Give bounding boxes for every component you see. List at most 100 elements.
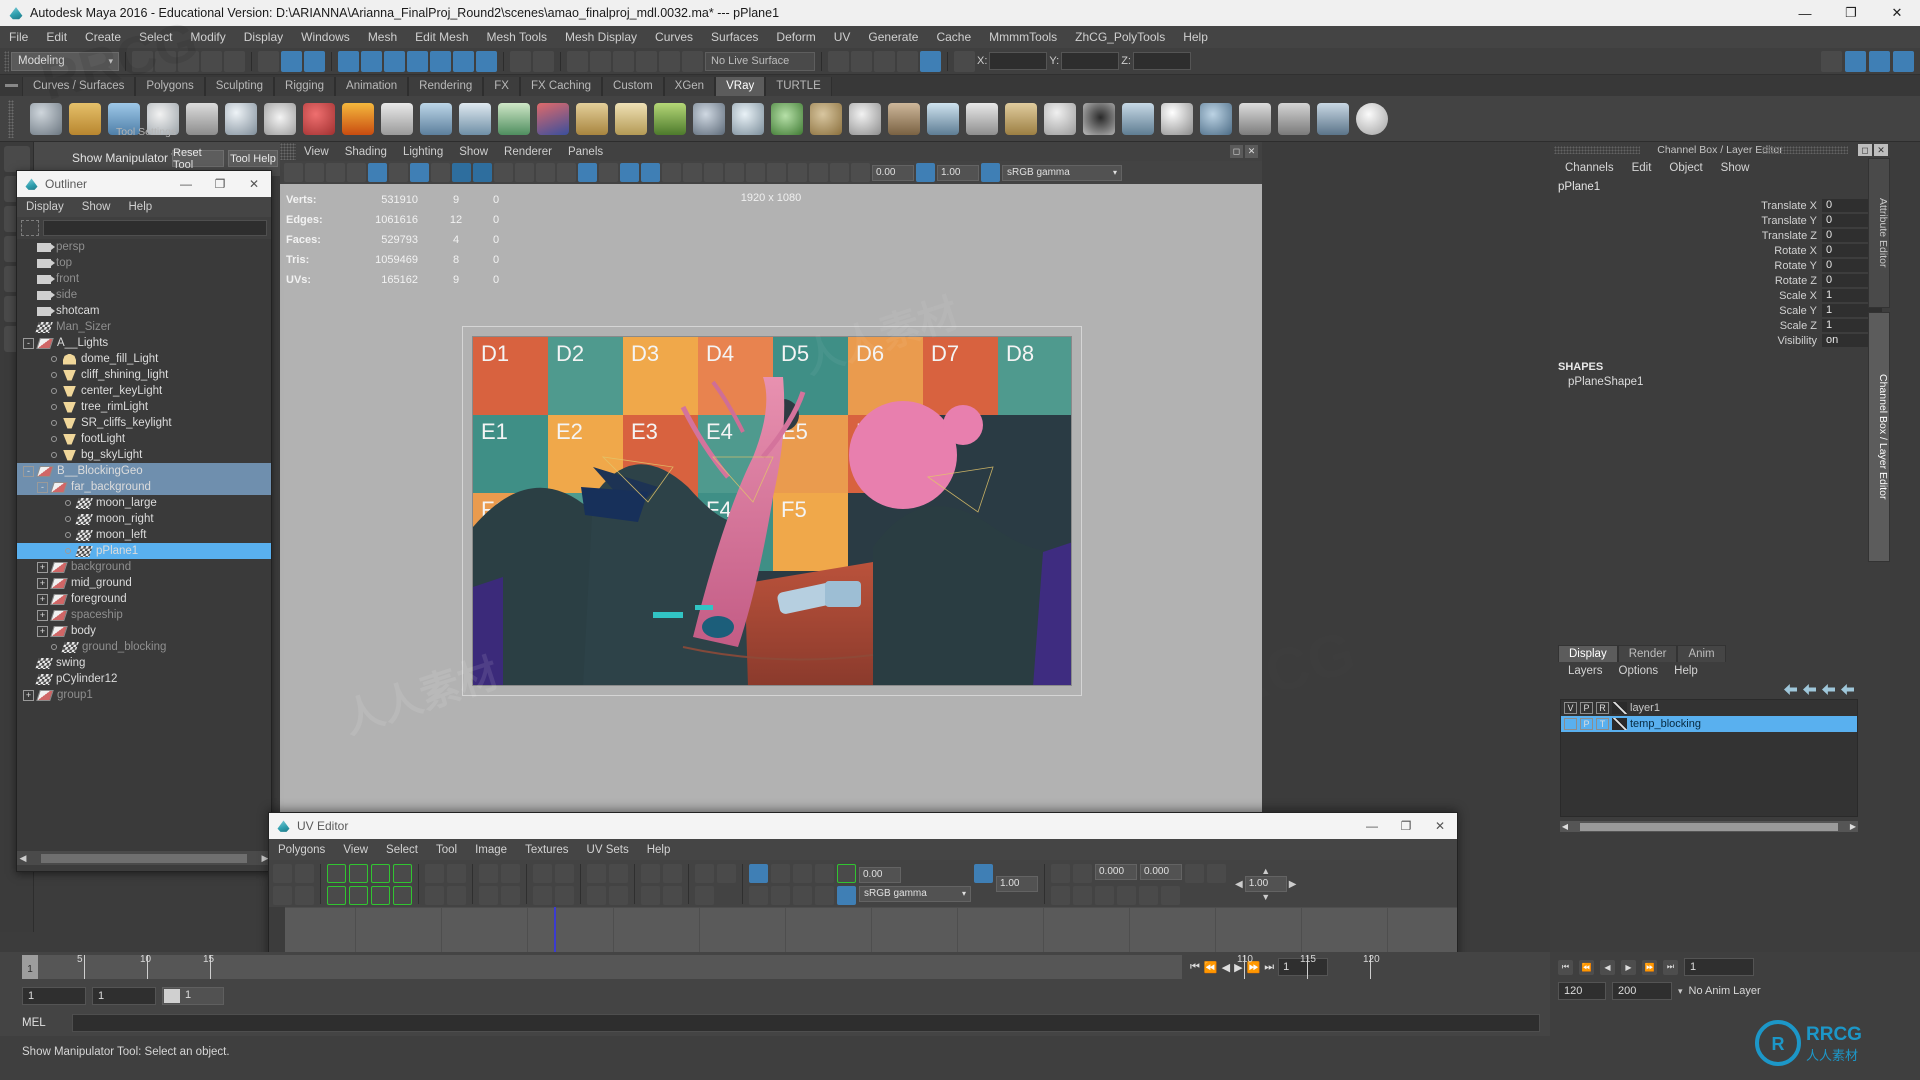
layer-visibility-toggle[interactable] — [1564, 718, 1577, 730]
lock-selection-icon[interactable] — [510, 51, 531, 72]
uv-zoom-field[interactable]: 1.00 — [1245, 876, 1287, 892]
uv-menu-select[interactable]: Select — [377, 844, 427, 856]
outliner-item-body[interactable]: +body — [17, 623, 271, 639]
outliner-horizontal-scrollbar[interactable]: ◀ ▶ — [17, 851, 271, 865]
outliner-close-button[interactable]: ✕ — [237, 171, 271, 197]
layer-tab-anim[interactable]: Anim — [1677, 645, 1725, 662]
uv-zoom-next-arrow[interactable]: ▶ — [1289, 879, 1297, 890]
uv-zoom-up-arrow[interactable]: ▲ — [1261, 866, 1270, 876]
color-management-icon[interactable] — [981, 163, 1000, 182]
menu-create[interactable]: Create — [76, 26, 130, 48]
outliner-item-pcylinder12[interactable]: pCylinder12 — [17, 671, 271, 687]
gate-mask-icon[interactable] — [473, 163, 492, 182]
component-uv-icon[interactable] — [407, 51, 428, 72]
xray-joints-icon[interactable] — [830, 163, 849, 182]
uv-menu-image[interactable]: Image — [466, 844, 516, 856]
undo-icon[interactable] — [201, 51, 222, 72]
sidebar-tool-settings-icon[interactable] — [1845, 51, 1866, 72]
menu-display[interactable]: Display — [235, 26, 292, 48]
uv-minimize-button[interactable]: — — [1355, 813, 1389, 839]
camera-attributes-icon[interactable] — [305, 163, 324, 182]
menu-windows[interactable]: Windows — [292, 26, 359, 48]
uv-zoom-down-arrow[interactable]: ▼ — [1261, 892, 1270, 902]
uv-menu-polygons[interactable]: Polygons — [269, 844, 334, 856]
vray-proxy-icon[interactable] — [186, 103, 218, 135]
uv-smooth-icon[interactable] — [771, 864, 790, 883]
uv-sew-icon[interactable] — [349, 886, 368, 905]
field-chart-icon[interactable] — [494, 163, 513, 182]
channel-menu-edit[interactable]: Edit — [1623, 162, 1661, 174]
current-frame-marker[interactable]: 1 — [22, 955, 38, 979]
live-surface-field[interactable]: No Live Surface — [705, 52, 815, 71]
viewport-menu-lighting[interactable]: Lighting — [395, 146, 451, 158]
step-back-icon[interactable]: ⏪ — [1204, 961, 1218, 974]
layer-menu-help[interactable]: Help — [1666, 665, 1706, 677]
transport-play-icon[interactable]: ▶ — [1621, 960, 1636, 975]
uv-coord-u-icon[interactable] — [1073, 864, 1092, 883]
outliner-search-input[interactable] — [43, 220, 267, 236]
uv-grid-select-icon[interactable] — [295, 864, 314, 883]
save-scene-icon[interactable] — [178, 51, 199, 72]
new-scene-icon[interactable] — [132, 51, 153, 72]
layer-list-scrollbar[interactable]: ◀ ▶ — [1560, 821, 1858, 832]
transport-start-icon[interactable]: ⏮ — [1558, 960, 1573, 975]
render-settings-icon[interactable] — [897, 51, 918, 72]
shelf-tab-animation[interactable]: Animation — [335, 77, 408, 96]
anim-layer-dropdown-icon[interactable]: ▾ — [1678, 986, 1683, 997]
safe-title-icon[interactable] — [536, 163, 555, 182]
vray-stereo-icon[interactable] — [1317, 103, 1349, 135]
uv-uv-unlock-icon[interactable] — [1051, 886, 1070, 905]
layer-type-toggle[interactable]: T — [1596, 718, 1609, 730]
layer-list[interactable]: V P R layer1 P T temp_blocking — [1560, 699, 1858, 817]
shelf-tab-turtle[interactable]: TURTLE — [765, 77, 832, 96]
outliner-item-ground-blocking[interactable]: ground_blocking — [17, 639, 271, 655]
menu-file[interactable]: File — [0, 26, 37, 48]
channel-row-scale-z[interactable]: Scale Z1 — [1550, 319, 1890, 332]
outliner-minimize-button[interactable]: — — [169, 171, 203, 197]
channel-menu-channels[interactable]: Channels — [1556, 162, 1623, 174]
shelf-tab-rendering[interactable]: Rendering — [408, 77, 483, 96]
menu-edit-mesh[interactable]: Edit Mesh — [406, 26, 477, 48]
outliner-tree[interactable]: persptopfrontsideshotcamMan_Sizer-A__Lig… — [17, 239, 271, 851]
wireframe-shading-icon[interactable] — [557, 163, 576, 182]
uv-menu-uv-sets[interactable]: UV Sets — [578, 844, 638, 856]
range-end-end-field[interactable]: 200 — [1612, 982, 1672, 1000]
viewport-grip[interactable] — [280, 143, 296, 160]
layer-tab-display[interactable]: Display — [1558, 645, 1618, 662]
vray-cone-icon[interactable] — [966, 103, 998, 135]
use-all-lights-icon[interactable] — [620, 163, 639, 182]
uv-scatter-icon[interactable] — [533, 886, 552, 905]
uv-copy-icon[interactable] — [1095, 886, 1114, 905]
channel-row-visibility[interactable]: Visibilityon — [1550, 334, 1890, 347]
transport-prev-key-icon[interactable]: ⏪ — [1579, 960, 1594, 975]
outliner-item-group1[interactable]: +group1 — [17, 687, 271, 703]
uv-add-icon[interactable] — [663, 864, 682, 883]
component-vertex-icon[interactable] — [338, 51, 359, 72]
minimize-button[interactable]: — — [1782, 0, 1828, 26]
channel-box-shape-name[interactable]: pPlaneShape1 — [1550, 376, 1890, 388]
shelf-tab-rigging[interactable]: Rigging — [274, 77, 335, 96]
channel-menu-object[interactable]: Object — [1660, 162, 1711, 174]
viewport-menu-shading[interactable]: Shading — [337, 146, 395, 158]
uv-v-field[interactable]: 0.000 — [1140, 864, 1182, 880]
uv-image-icon[interactable] — [695, 864, 714, 883]
uv-paste-icon[interactable] — [1117, 886, 1136, 905]
vray-tree-icon[interactable] — [927, 103, 959, 135]
viewport-menu-view[interactable]: View — [296, 146, 337, 158]
outliner-item-spaceship[interactable]: +spaceship — [17, 607, 271, 623]
channel-row-translate-y[interactable]: Translate Y0 — [1550, 214, 1890, 227]
outliner-expander[interactable]: - — [23, 338, 34, 349]
shelf-tab-custom[interactable]: Custom — [602, 77, 664, 96]
uv-pick-icon[interactable] — [295, 886, 314, 905]
make-live-icon[interactable] — [682, 51, 703, 72]
move-layer-down-icon[interactable] — [1803, 684, 1816, 695]
new-layer-from-selected-icon[interactable] — [1841, 684, 1854, 695]
command-line-label[interactable]: MEL — [22, 1017, 64, 1029]
show-manipulator-icon[interactable] — [954, 51, 975, 72]
maximize-button[interactable]: ❐ — [1828, 0, 1874, 26]
coord-field-y[interactable] — [1061, 52, 1119, 70]
uv-menu-textures[interactable]: Textures — [516, 844, 577, 856]
vray-sss-icon[interactable] — [849, 103, 881, 135]
uv-menu-tool[interactable]: Tool — [427, 844, 466, 856]
uv-cut-edge-icon[interactable] — [479, 864, 498, 883]
